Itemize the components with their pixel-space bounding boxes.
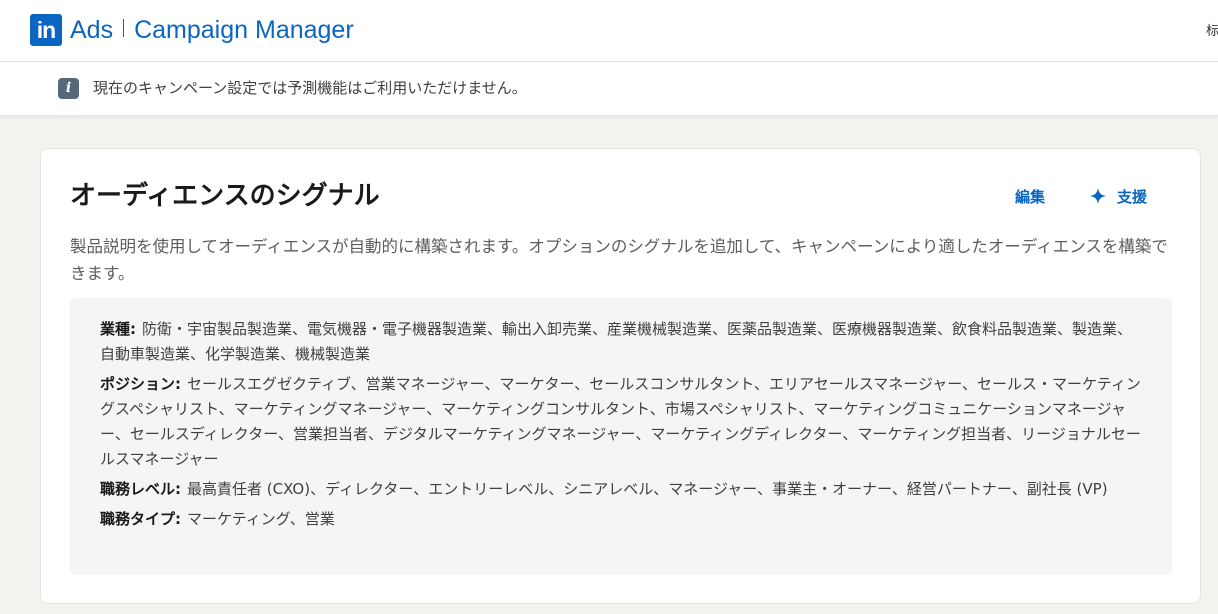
product-name: Ads Campaign Manager xyxy=(70,16,354,45)
card-description: 製品説明を使用してオーディエンスが自動的に構築されます。オプションのシグナルを追… xyxy=(70,237,1168,283)
product-name-ads: Ads xyxy=(70,15,114,44)
forecast-notice-bar: i 現在のキャンペーン設定では予測機能はご利用いただけません。 xyxy=(0,62,1218,116)
signal-row-industry: 業種: 防衛・宇宙製品製造業、電気機器・電子機器製造業、輸出入卸売業、産業機械製造… xyxy=(100,317,1142,367)
signal-value: マーケティング、営業 xyxy=(187,510,335,528)
signal-label: 業種: xyxy=(100,320,136,338)
card-title: オーディエンスのシグナル xyxy=(70,181,380,211)
signal-label: 職務レベル: xyxy=(100,480,181,498)
app-header: in Ads Campaign Manager 标 xyxy=(0,0,1218,62)
signal-label: ポジション: xyxy=(100,375,181,393)
assist-button-label: 支援 xyxy=(1117,187,1148,206)
linkedin-logo-icon: in xyxy=(30,14,62,46)
signal-value: 防衛・宇宙製品製造業、電気機器・電子機器製造業、輸出入卸売業、産業機械製造業、医… xyxy=(100,320,1133,363)
signal-value: 最高責任者 (CXO)、ディレクター、エントリーレベル、シニアレベル、マネージャ… xyxy=(187,480,1108,498)
signal-row-job-level: 職務レベル: 最高責任者 (CXO)、ディレクター、エントリーレベル、シニアレベル… xyxy=(100,477,1142,502)
assist-button[interactable]: 支援 xyxy=(1081,183,1155,209)
notice-text: 現在のキャンペーン設定では予測機能はご利用いただけません。 xyxy=(93,79,527,97)
signal-value: セールスエグゼクティブ、営業マネージャー、マーケター、セールスコンサルタント、エ… xyxy=(100,375,1141,468)
header-right-truncated-text[interactable]: 标 xyxy=(1206,20,1218,39)
sparkle-icon xyxy=(1089,187,1107,205)
signal-row-position: ポジション: セールスエグゼクティブ、営業マネージャー、マーケター、セールスコンサ… xyxy=(100,372,1142,472)
signal-row-job-function: 職務タイプ: マーケティング、営業 xyxy=(100,507,1142,532)
product-name-campaign-manager: Campaign Manager xyxy=(134,15,354,44)
audience-signals-card: オーディエンスのシグナル 編集 支援 製品説明を使用してオーディエンスが自動的に… xyxy=(40,148,1201,604)
product-name-divider xyxy=(123,18,125,37)
product-logo[interactable]: in Ads Campaign Manager xyxy=(30,14,354,46)
edit-button[interactable]: 編集 xyxy=(1007,183,1053,209)
signals-summary: 業種: 防衛・宇宙製品製造業、電気機器・電子機器製造業、輸出入卸売業、産業機械製造… xyxy=(70,298,1172,575)
signal-label: 職務タイプ: xyxy=(100,510,181,528)
info-icon: i xyxy=(58,78,79,99)
